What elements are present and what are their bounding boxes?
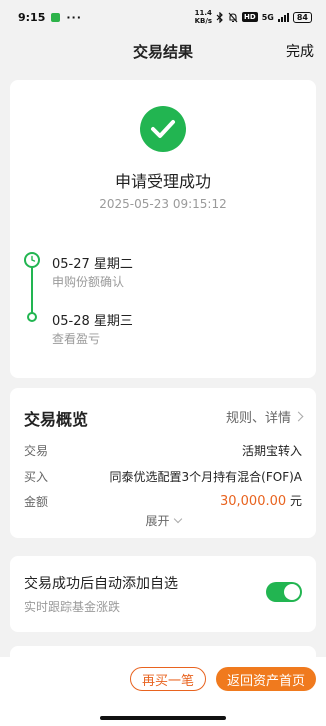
expand-label: 展开 [145, 514, 170, 528]
row-label-amount: 金额 [24, 495, 49, 509]
step-2-date: 05-28 星期三 [52, 314, 133, 329]
row-value-amount: 30,000.00 元 [220, 492, 302, 509]
result-card: 申请受理成功 2025-05-23 09:15:12 05-27 星期二 申购份… [10, 80, 316, 378]
success-check-icon [140, 106, 186, 152]
notification-app-icon [51, 12, 61, 22]
network-type: 5G [261, 12, 274, 22]
step-1-date: 05-27 星期二 [52, 257, 133, 272]
row-label-buy: 买入 [24, 470, 49, 484]
home-indicator[interactable] [100, 716, 226, 720]
network-speed-value: 11.4 [194, 9, 212, 17]
nav-bar: 交易结果 完成 [0, 34, 326, 66]
back-to-assets-button[interactable]: 返回资产首页 [216, 667, 316, 691]
network-speed: 11.4 KB/s [195, 9, 212, 25]
more-notifications-icon: ··· [66, 10, 82, 24]
signal-icon [277, 12, 289, 22]
auto-follow-title: 交易成功后自动添加自选 [24, 576, 178, 592]
amount-unit: 元 [289, 494, 302, 508]
page-title: 交易结果 [132, 43, 193, 61]
mute-bell-icon [228, 12, 238, 22]
chevron-right-icon [293, 411, 304, 422]
result-timestamp: 2025-05-23 09:15:12 [99, 197, 227, 211]
step-2-desc: 查看盈亏 [52, 332, 101, 346]
status-left: 9:15 ··· [18, 11, 82, 24]
row-value-fund: 同泰优选配置3个月持有混合(FOF)A [109, 470, 302, 484]
auto-follow-toggle[interactable] [266, 582, 302, 602]
timeline-line [31, 266, 33, 318]
overview-card: 交易概览 规则、详情 交易 活期宝转入 买入 同泰优选配置3个月持有混合(FOF… [10, 388, 316, 538]
chevron-down-icon [173, 514, 182, 523]
rules-details-link[interactable]: 规则、详情 [225, 407, 304, 426]
status-right: 11.4 KB/s HD 5G 84 [195, 9, 312, 25]
row-value-trade: 活期宝转入 [241, 444, 302, 458]
row-label-trade: 交易 [24, 444, 49, 458]
bottom-action-bar: 再买一笔 返回资产首页 [0, 657, 326, 726]
toggle-knob [284, 584, 300, 600]
buy-again-button[interactable]: 再买一笔 [130, 667, 206, 691]
bluetooth-icon [216, 11, 223, 23]
hd-badge: HD [242, 12, 258, 22]
status-bar: 9:15 ··· 11.4 KB/s HD 5G 84 [0, 0, 326, 34]
status-time: 9:15 [18, 10, 46, 24]
done-button[interactable]: 完成 [286, 41, 314, 61]
battery-icon: 84 [292, 11, 312, 23]
network-speed-unit: KB/s [194, 17, 213, 25]
rules-details-label: 规则、详情 [225, 411, 291, 426]
clock-icon [24, 252, 40, 268]
overview-title: 交易概览 [24, 410, 89, 429]
auto-follow-card: 交易成功后自动添加自选 实时跟踪基金涨跌 [10, 556, 316, 632]
step-1-desc: 申购份额确认 [52, 275, 125, 289]
auto-follow-subtitle: 实时跟踪基金涨跌 [24, 600, 121, 614]
amount-value: 30,000.00 [219, 494, 287, 509]
result-title: 申请受理成功 [114, 172, 211, 191]
timeline-end-dot [27, 312, 37, 322]
expand-button[interactable]: 展开 [10, 512, 316, 529]
